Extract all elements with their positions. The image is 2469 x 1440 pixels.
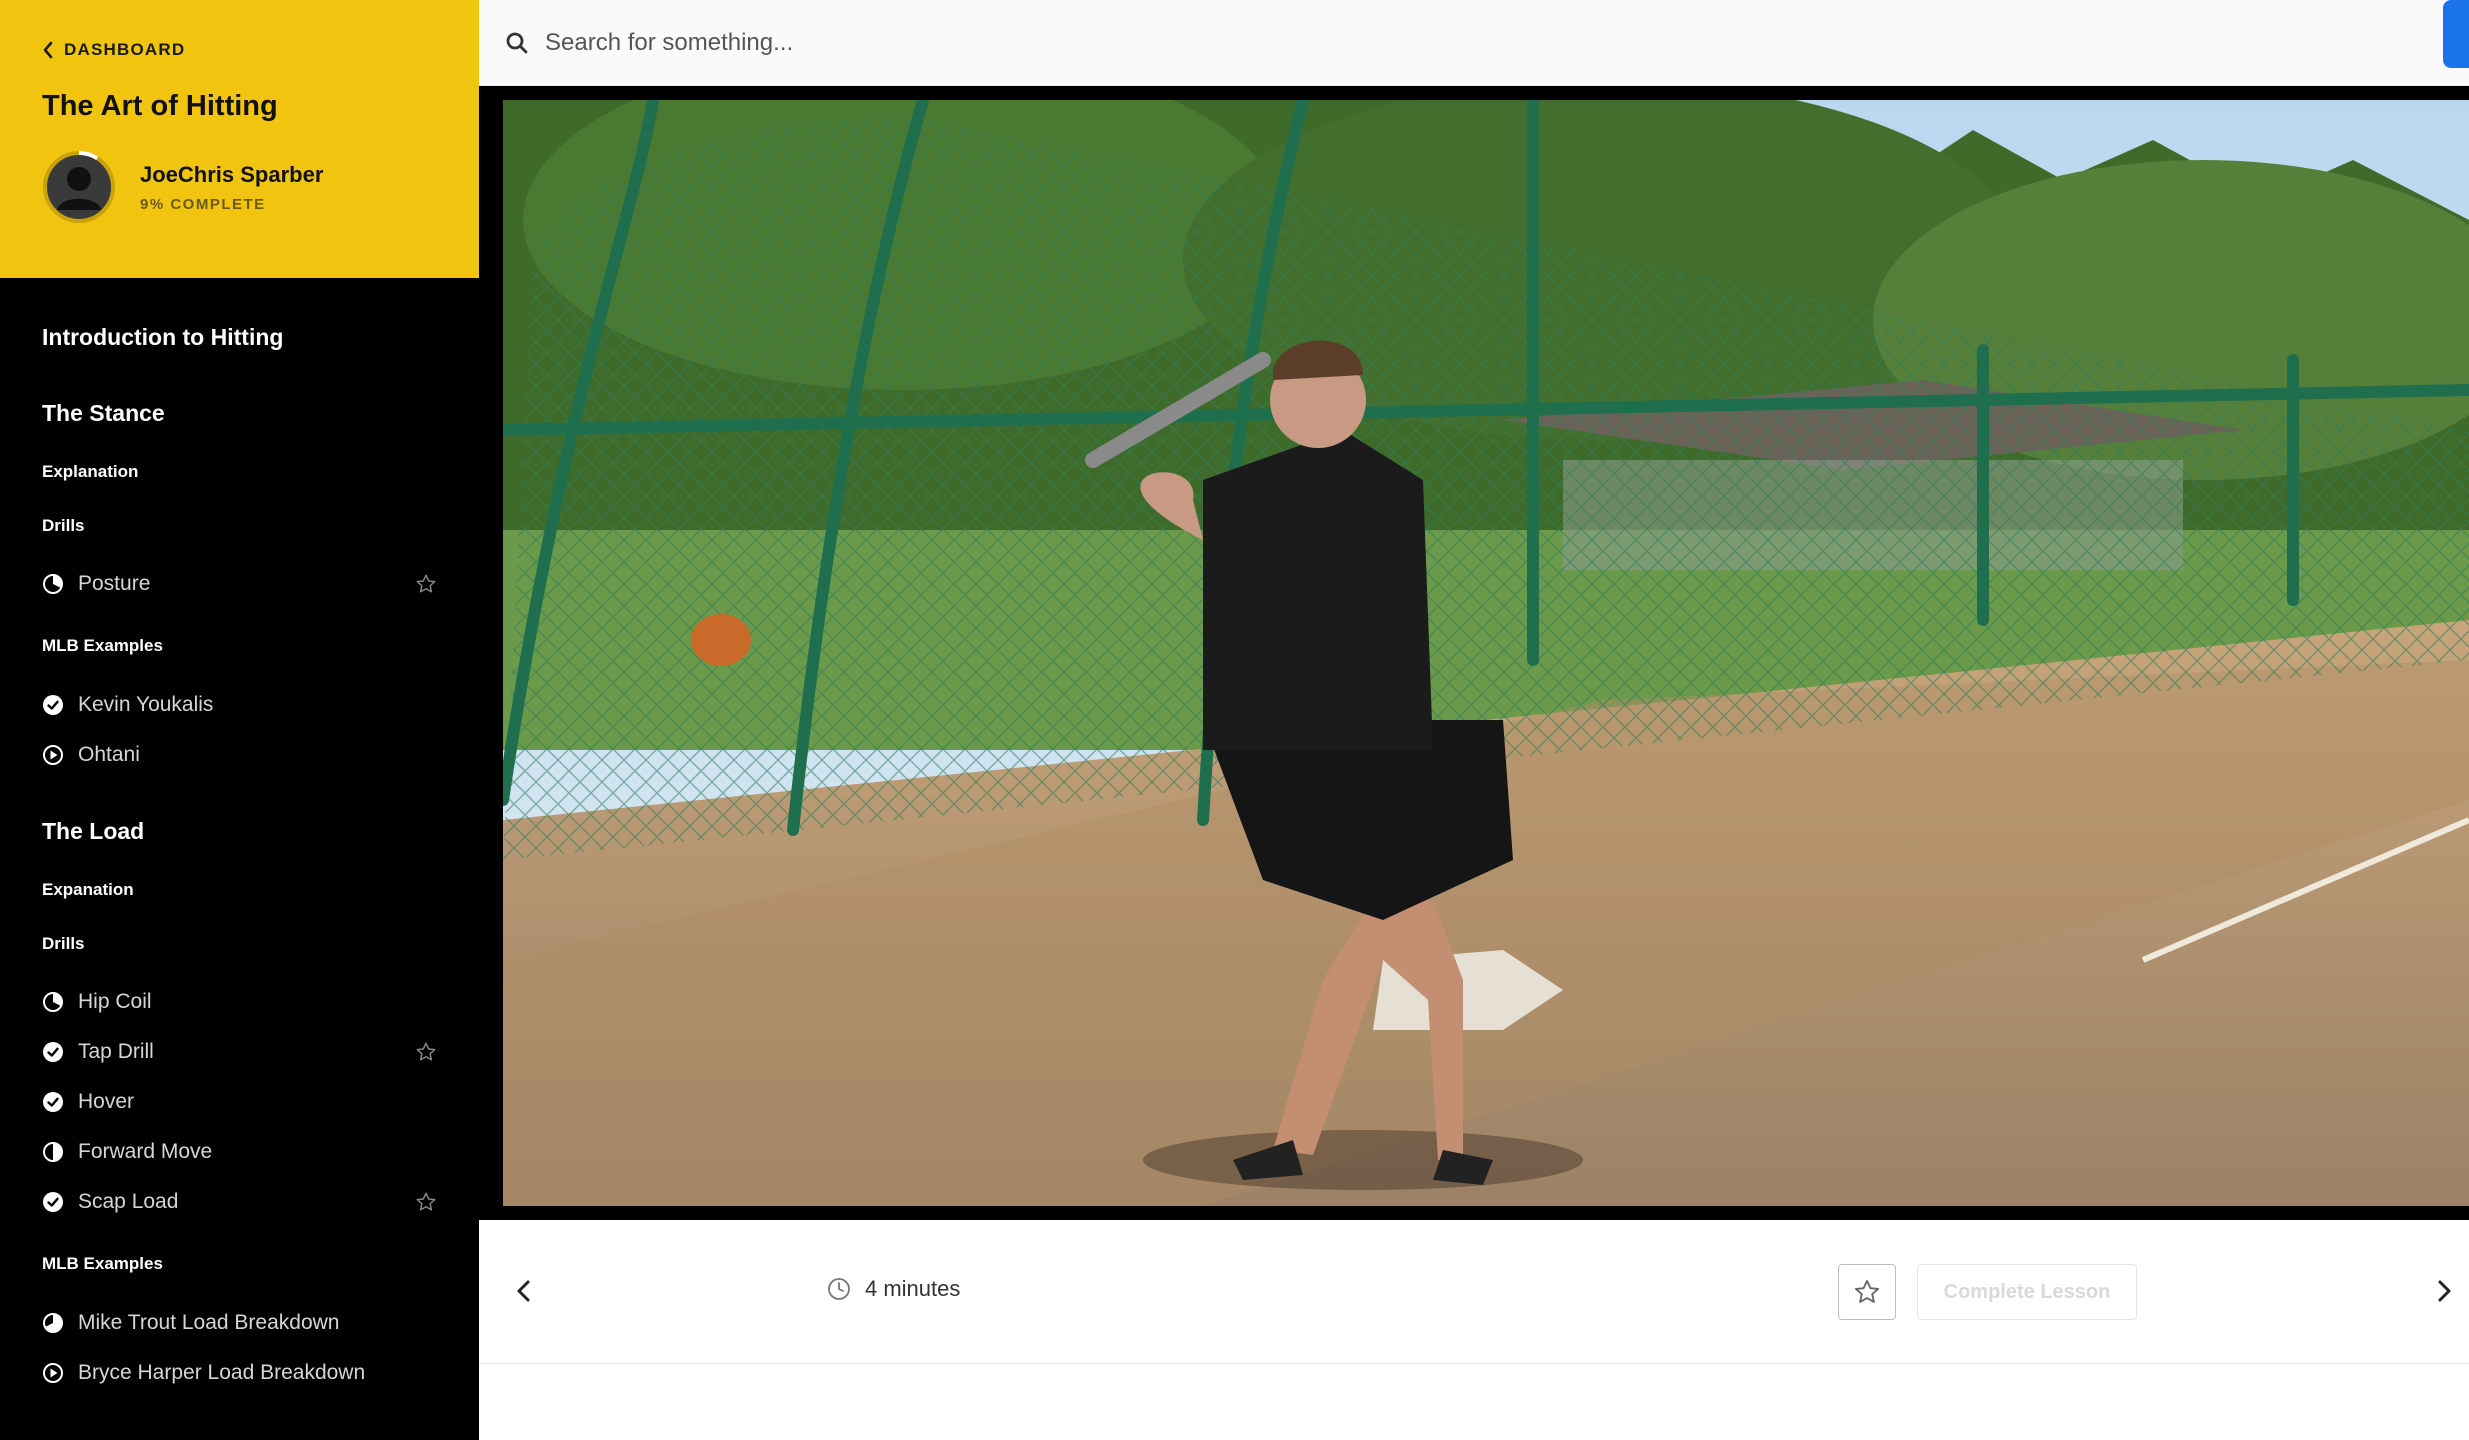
- search-bar: [479, 0, 2469, 86]
- stance-explanation-link[interactable]: Explanation: [42, 462, 138, 482]
- lesson-label: Bryce Harper Load Breakdown: [78, 1361, 366, 1384]
- stance-drills-label[interactable]: Drills: [42, 516, 85, 536]
- star-icon[interactable]: [415, 1191, 437, 1213]
- avatar: [42, 150, 116, 224]
- dashboard-back-label: DASHBOARD: [64, 40, 186, 59]
- mostly-status-icon: [43, 1313, 63, 1333]
- next-lesson-button[interactable]: [2431, 1276, 2457, 1306]
- lesson-label: Kevin Youkalis: [78, 693, 214, 716]
- lesson-label: Hover: [78, 1090, 135, 1113]
- lesson-item-scap-load[interactable]: Scap Load: [42, 1184, 437, 1220]
- lesson-label: Posture: [78, 572, 151, 595]
- clock-icon: [828, 1278, 850, 1300]
- dashboard-back-link[interactable]: DASHBOARD: [42, 40, 185, 60]
- chevron-left-icon: [43, 41, 53, 59]
- lesson-item-ohtani[interactable]: Ohtani: [42, 737, 437, 773]
- user-progress-row: JoeChris Sparber 9% COMPLETE: [42, 150, 323, 224]
- complete-lesson-button[interactable]: Complete Lesson: [1917, 1264, 2137, 1320]
- lesson-item-hip-coil[interactable]: Hip Coil: [42, 984, 437, 1020]
- course-progress-label: 9% COMPLETE: [140, 195, 266, 213]
- half-status-icon: [43, 1142, 63, 1162]
- lesson-label: Hip Coil: [78, 990, 152, 1013]
- lesson-label: Tap Drill: [78, 1040, 154, 1063]
- lesson-item-mike-trout[interactable]: Mike Trout Load Breakdown: [42, 1305, 437, 1341]
- previous-lesson-button[interactable]: [511, 1276, 537, 1306]
- complete-status-icon: [43, 1192, 63, 1212]
- lesson-item-hover[interactable]: Hover: [42, 1084, 437, 1120]
- search-icon: [506, 32, 528, 53]
- user-name: JoeChris Sparber: [140, 161, 324, 187]
- star-icon: [1854, 1279, 1880, 1303]
- lesson-label: Ohtani: [78, 743, 140, 766]
- complete-status-icon: [43, 695, 63, 715]
- lesson-item-tap-drill[interactable]: Tap Drill: [42, 1034, 437, 1070]
- complete-status-icon: [43, 1042, 63, 1062]
- lesson-controls: 4 minutes Complete Lesson: [479, 1220, 2469, 1364]
- section-introduction[interactable]: Introduction to Hitting: [42, 324, 283, 351]
- video-player[interactable]: [479, 86, 2469, 1220]
- lesson-item-forward-move[interactable]: Forward Move: [42, 1134, 437, 1170]
- duration-label: 4 minutes: [865, 1276, 961, 1301]
- load-mlb-examples-label[interactable]: MLB Examples: [42, 1254, 163, 1274]
- avatar-progress-ring: [43, 151, 115, 223]
- lesson-item-posture[interactable]: Posture: [42, 566, 437, 602]
- lesson-video[interactable]: [503, 100, 2469, 1206]
- lesson-label: Scap Load: [78, 1190, 179, 1213]
- play-status-icon: [43, 745, 63, 765]
- course-title: The Art of Hitting: [42, 90, 278, 122]
- play-status-icon: [43, 1363, 63, 1383]
- load-explanation-link[interactable]: Expanation: [42, 880, 134, 900]
- section-the-load[interactable]: The Load: [42, 818, 144, 845]
- complete-status-icon: [43, 1092, 63, 1112]
- side-panel-toggle[interactable]: [2443, 0, 2469, 68]
- section-the-stance[interactable]: The Stance: [42, 400, 165, 427]
- lesson-duration: 4 minutes: [827, 1276, 960, 1302]
- course-header: DASHBOARD The Art of Hitting JoeChris Sp…: [0, 0, 479, 278]
- load-drills-label[interactable]: Drills: [42, 934, 85, 954]
- favorite-button[interactable]: [1838, 1264, 1896, 1320]
- course-sidebar: DASHBOARD The Art of Hitting JoeChris Sp…: [0, 0, 479, 1440]
- partial-status-icon: [43, 992, 63, 1012]
- lesson-label: Forward Move: [78, 1140, 213, 1163]
- partial-status-icon: [43, 574, 63, 594]
- lesson-label: Mike Trout Load Breakdown: [78, 1311, 340, 1334]
- stance-mlb-examples-label[interactable]: MLB Examples: [42, 636, 163, 656]
- lesson-item-kevin-youkalis[interactable]: Kevin Youkalis: [42, 687, 437, 723]
- search-input[interactable]: [543, 27, 2143, 58]
- page-footer-area: [479, 1364, 2469, 1440]
- lesson-item-bryce-harper[interactable]: Bryce Harper Load Breakdown: [42, 1355, 437, 1391]
- star-icon[interactable]: [415, 573, 437, 595]
- video-frame-image: [503, 100, 2469, 1206]
- star-icon[interactable]: [415, 1041, 437, 1063]
